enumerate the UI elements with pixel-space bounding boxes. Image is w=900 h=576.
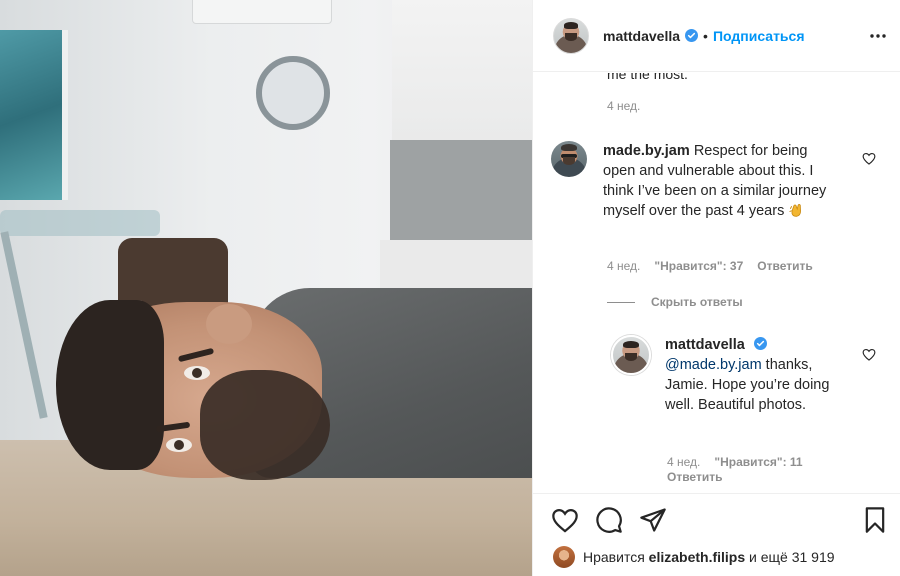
comments-list[interactable]: me the most. 4 нед. made.by.jam Respect …	[533, 73, 900, 493]
post-side-panel: mattdavella • Подписаться me the most. 4…	[532, 0, 900, 576]
photo-ear	[206, 304, 252, 344]
liker-avatar[interactable]	[553, 546, 575, 568]
photo-air-conditioner	[192, 0, 332, 24]
photo-eye	[184, 366, 210, 380]
post-header: mattdavella • Подписаться	[533, 0, 900, 72]
commenter-avatar[interactable]	[551, 141, 587, 177]
photo-glass-table	[0, 210, 160, 236]
photo-hair	[56, 300, 164, 470]
clapping-hands-icon	[789, 204, 802, 217]
reply-username[interactable]: mattdavella	[665, 337, 745, 353]
like-heart-icon[interactable]	[551, 506, 579, 534]
reply-meta: 4 нед. "Нравится": 11 Ответить	[667, 455, 867, 484]
caption-text-tail: me the most.	[607, 73, 688, 82]
like-comment-heart-icon[interactable]	[862, 152, 876, 165]
likes-suffix[interactable]: и ещё 31 919	[749, 549, 835, 565]
save-bookmark-icon[interactable]	[861, 506, 889, 534]
reply-author-avatar[interactable]	[611, 335, 651, 375]
avatar-hair	[563, 21, 579, 29]
avatar-beard	[562, 156, 576, 165]
comment-reply-button[interactable]: Ответить	[757, 259, 812, 273]
commenter-username[interactable]: made.by.jam	[603, 143, 690, 159]
comment-likes-count[interactable]: "Нравится": 37	[654, 259, 743, 273]
avatar-beard	[565, 33, 577, 41]
likes-summary[interactable]: Нравится elizabeth.filips и ещё 31 919	[553, 546, 835, 568]
post-actions: Нравится elizabeth.filips и ещё 31 919	[533, 493, 900, 576]
share-paper-plane-icon[interactable]	[639, 506, 667, 534]
post-photo[interactable]	[0, 0, 532, 576]
header-separator: •	[703, 27, 708, 44]
verified-badge-icon	[753, 337, 767, 350]
instagram-post: mattdavella • Подписаться me the most. 4…	[0, 0, 900, 576]
caption-timestamp[interactable]: 4 нед.	[607, 99, 640, 113]
avatar-beard	[624, 352, 638, 361]
reply-item: mattdavella @made.by.jam thanks, Jamie. …	[611, 335, 891, 415]
likes-prefix: Нравится	[583, 549, 645, 565]
like-reply-heart-icon[interactable]	[862, 348, 876, 361]
liker-username[interactable]: elizabeth.filips	[649, 549, 745, 565]
verified-badge-icon	[685, 29, 699, 42]
comment-meta: 4 нед. "Нравится": 37 Ответить	[607, 259, 813, 273]
photo-chair	[118, 238, 228, 308]
more-options-icon[interactable]	[869, 28, 887, 44]
avatar-hair	[561, 143, 577, 152]
photo-wall-art	[0, 30, 68, 200]
comment-item: made.by.jam Respect for being open and v…	[551, 141, 891, 221]
reply-reply-button[interactable]: Ответить	[667, 470, 722, 484]
photo-kitchen-counter	[390, 140, 532, 250]
hide-replies-label: Скрыть ответы	[651, 295, 743, 309]
comment-body: made.by.jam Respect for being open and v…	[603, 141, 833, 221]
hide-replies-line	[607, 301, 635, 303]
reply-mention-link[interactable]: @made.by.jam	[665, 357, 762, 373]
reply-timestamp[interactable]: 4 нед.	[667, 455, 700, 469]
reply-likes-count[interactable]: "Нравится": 11	[714, 455, 802, 469]
follow-button[interactable]: Подписаться	[713, 28, 805, 44]
comment-timestamp[interactable]: 4 нед.	[607, 259, 640, 273]
photo-beard	[200, 370, 330, 480]
avatar-hair	[623, 340, 639, 348]
hide-replies-button[interactable]: Скрыть ответы	[607, 295, 743, 309]
author-avatar[interactable]	[553, 17, 589, 54]
photo-clock	[256, 56, 330, 130]
author-username[interactable]: mattdavella	[603, 28, 680, 44]
photo-eye	[166, 438, 192, 452]
reply-body: mattdavella @made.by.jam thanks, Jamie. …	[665, 335, 845, 415]
comment-bubble-icon[interactable]	[595, 506, 623, 534]
